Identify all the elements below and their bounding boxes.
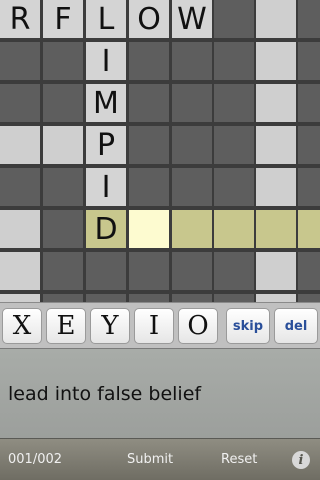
grid-cell[interactable]: D — [86, 210, 126, 248]
grid-cell[interactable] — [256, 84, 296, 122]
grid-cell[interactable] — [298, 210, 320, 248]
grid-cell[interactable] — [214, 210, 254, 248]
bottom-toolbar: 001/002 Submit Reset i — [0, 438, 320, 480]
grid-cell[interactable] — [214, 0, 254, 38]
grid-cell[interactable] — [129, 210, 169, 248]
grid-cell[interactable] — [214, 252, 254, 290]
grid-cell[interactable] — [214, 42, 254, 80]
grid-cell[interactable] — [0, 126, 40, 164]
grid-cell[interactable] — [43, 126, 83, 164]
grid-cell[interactable] — [0, 84, 40, 122]
grid-cell[interactable] — [0, 210, 40, 248]
grid-cell[interactable] — [214, 294, 254, 302]
grid-cell[interactable] — [256, 0, 296, 38]
grid-cell[interactable] — [172, 42, 212, 80]
grid-cell[interactable]: M — [86, 84, 126, 122]
grid-cell[interactable] — [256, 126, 296, 164]
grid-cell[interactable] — [298, 168, 320, 206]
crossword-board: RFLOWIMPID — [0, 0, 320, 302]
grid-cell[interactable]: F — [43, 0, 83, 38]
puzzle-progress: 001/002 — [8, 452, 63, 467]
grid-cell[interactable] — [43, 252, 83, 290]
grid-cell[interactable] — [298, 0, 320, 38]
grid-cell[interactable] — [86, 252, 126, 290]
letter-keyboard: X E Y I O skip del — [0, 302, 320, 348]
grid-cell[interactable] — [298, 126, 320, 164]
grid-cell[interactable] — [214, 126, 254, 164]
letter-key-i[interactable]: I — [134, 308, 174, 344]
delete-button[interactable]: del — [274, 308, 318, 344]
grid-cell[interactable] — [172, 126, 212, 164]
grid-cell[interactable] — [214, 84, 254, 122]
grid-cell[interactable] — [172, 84, 212, 122]
grid-cell[interactable] — [0, 294, 40, 302]
grid-cell[interactable] — [129, 168, 169, 206]
grid-cell[interactable]: W — [172, 0, 212, 38]
grid-cell[interactable]: R — [0, 0, 40, 38]
grid-cell[interactable] — [43, 168, 83, 206]
grid-cell[interactable] — [86, 294, 126, 302]
grid-cell[interactable] — [129, 42, 169, 80]
grid-cell[interactable] — [43, 210, 83, 248]
letter-key-x[interactable]: X — [2, 308, 42, 344]
clue-text: lead into false belief — [8, 383, 202, 405]
letter-key-y[interactable]: Y — [90, 308, 130, 344]
info-icon[interactable]: i — [292, 451, 310, 469]
grid-cell[interactable]: I — [86, 42, 126, 80]
grid-cell[interactable] — [256, 168, 296, 206]
grid-cell[interactable] — [214, 168, 254, 206]
reset-button[interactable]: Reset — [221, 452, 257, 467]
grid-cell[interactable]: L — [86, 0, 126, 38]
grid-cell[interactable] — [256, 210, 296, 248]
grid-cell[interactable] — [298, 42, 320, 80]
grid-cell[interactable]: I — [86, 168, 126, 206]
grid-cell[interactable] — [298, 252, 320, 290]
grid-cell[interactable] — [43, 42, 83, 80]
letter-key-e[interactable]: E — [46, 308, 86, 344]
grid-cell[interactable] — [256, 294, 296, 302]
grid-cell[interactable] — [129, 294, 169, 302]
grid-cell[interactable] — [0, 252, 40, 290]
skip-button[interactable]: skip — [226, 308, 270, 344]
grid-cell[interactable] — [298, 84, 320, 122]
grid-cell[interactable] — [129, 126, 169, 164]
letter-key-o[interactable]: O — [178, 308, 218, 344]
grid-cell[interactable] — [172, 294, 212, 302]
grid-cell[interactable] — [43, 294, 83, 302]
grid-cell[interactable] — [256, 252, 296, 290]
grid-cell[interactable]: O — [129, 0, 169, 38]
grid-cell[interactable] — [172, 252, 212, 290]
grid-cell[interactable] — [256, 42, 296, 80]
grid-cell[interactable]: P — [86, 126, 126, 164]
grid-cell[interactable] — [172, 210, 212, 248]
grid-cell[interactable] — [298, 294, 320, 302]
grid-cell[interactable] — [43, 84, 83, 122]
clue-panel: lead into false belief — [0, 348, 320, 438]
grid-cell[interactable] — [129, 252, 169, 290]
grid-cell[interactable] — [0, 42, 40, 80]
grid-cell[interactable] — [129, 84, 169, 122]
submit-button[interactable]: Submit — [127, 452, 173, 467]
grid-cell[interactable] — [0, 168, 40, 206]
grid-cell[interactable] — [172, 168, 212, 206]
